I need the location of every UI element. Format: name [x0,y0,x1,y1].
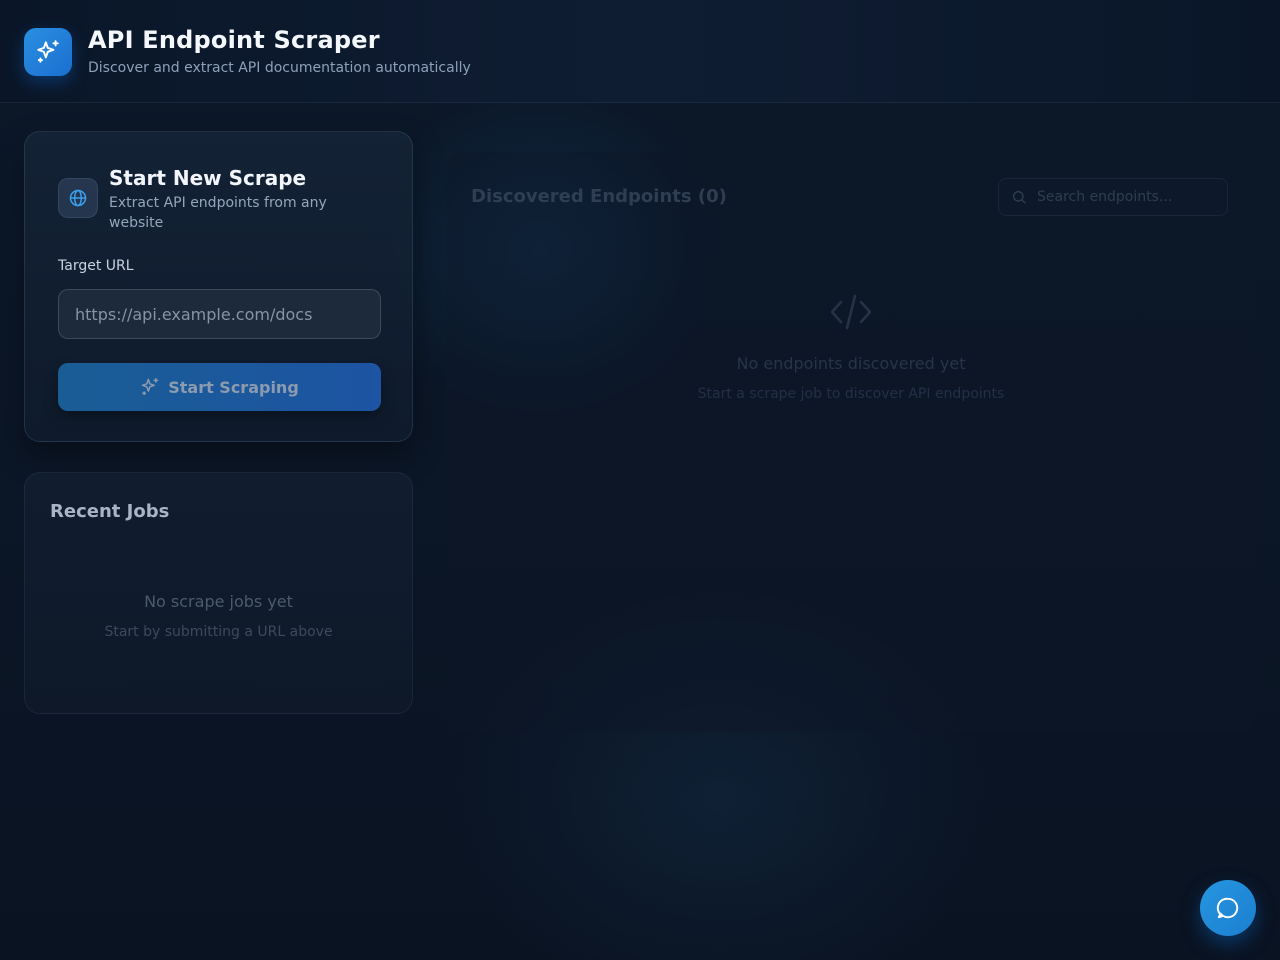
code-icon [830,294,872,330]
start-scraping-label: Start Scraping [168,377,299,397]
target-url-label: Target URL [58,258,134,274]
app-logo [24,28,72,76]
app-title: API Endpoint Scraper [88,26,380,54]
recent-jobs-card: Recent Jobs No scrape jobs yet Start by … [24,472,413,714]
endpoints-panel: Discovered Endpoints (0) No endpoints di… [446,152,1256,732]
recent-jobs-title: Recent Jobs [50,501,170,522]
globe-icon-box [58,178,98,218]
card-description: Extract API endpoints from any website [109,195,327,231]
card-title: Start New Scrape [109,166,307,190]
sparkles-icon [37,40,59,63]
jobs-empty-title: No scrape jobs yet [144,592,293,611]
endpoints-title: Discovered Endpoints (0) [471,186,727,207]
globe-icon [69,189,87,207]
target-url-input[interactable] [58,289,381,339]
start-scraping-button[interactable]: Start Scraping [58,363,381,411]
endpoints-empty-title: No endpoints discovered yet [736,354,966,373]
endpoint-search-box[interactable] [998,178,1228,216]
endpoints-empty-subtitle: Start a scrape job to discover API endpo… [697,386,1005,402]
jobs-empty-subtitle: Start by submitting a URL above [104,624,333,640]
app-subtitle: Discover and extract API documentation a… [88,60,471,76]
endpoint-search-input[interactable] [1037,189,1207,205]
sparkles-icon [141,377,159,396]
chat-button[interactable] [1200,880,1256,936]
chat-bubble-icon [1216,897,1239,919]
search-icon [1011,189,1027,205]
app-header: API Endpoint Scraper Discover and extrac… [0,0,1280,103]
start-scrape-card: Start New Scrape Extract API endpoints f… [24,131,413,442]
